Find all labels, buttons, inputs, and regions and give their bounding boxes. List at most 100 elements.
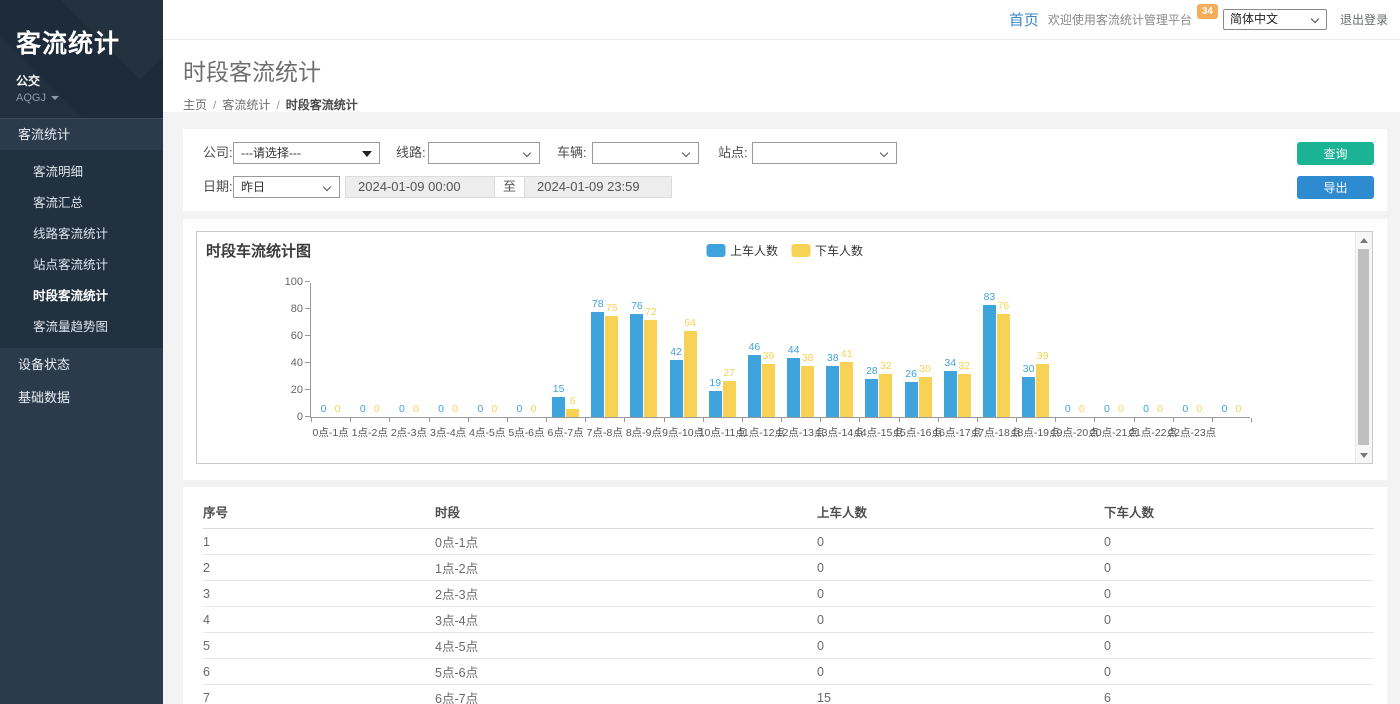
chart-bar: [879, 374, 892, 417]
table-cell: 6: [1104, 691, 1374, 704]
chart-bar: [762, 364, 775, 417]
bar-value-label: 76: [988, 300, 1018, 312]
sidebar-subitem[interactable]: 客流明细: [0, 155, 163, 186]
chart-bar: [801, 366, 814, 417]
chart-bar: [1022, 377, 1035, 418]
notification-badge[interactable]: 34: [1197, 4, 1218, 19]
scroll-down-icon[interactable]: [1356, 447, 1372, 463]
bar-value-label: 27: [714, 367, 744, 379]
org-name: 公交: [0, 60, 163, 89]
y-axis-tick-label: 100: [265, 276, 303, 288]
x-axis-tick-mark: [546, 418, 547, 422]
x-axis-tick-mark: [624, 418, 625, 422]
vehicle-select[interactable]: [592, 142, 699, 164]
x-axis-tick-mark: [977, 418, 978, 422]
breadcrumb-item[interactable]: 主页: [183, 96, 207, 113]
x-axis-tick-mark: [1173, 418, 1174, 422]
x-axis-tick-mark: [938, 418, 939, 422]
sidebar-logo-block: 客流统计 公交 AQGJ: [0, 0, 163, 118]
x-axis-tick-mark: [859, 418, 860, 422]
table-cell: 0: [1104, 587, 1374, 601]
chart-bar: [826, 366, 839, 417]
x-axis-tick-mark: [389, 418, 390, 422]
scroll-up-icon[interactable]: [1356, 232, 1372, 248]
table-column-header: 下车人数: [1104, 502, 1374, 521]
page-heading: 时段客流统计 主页 / 客流统计 / 时段客流统计: [163, 40, 1400, 112]
table-row[interactable]: 54点-5点00: [203, 633, 1374, 659]
table-row[interactable]: 76点-7点156: [203, 685, 1374, 704]
breadcrumb-separator: /: [276, 98, 279, 112]
legend-item[interactable]: 上车人数: [706, 242, 778, 259]
table-cell: 7: [203, 691, 435, 704]
table-row[interactable]: 43点-4点00: [203, 607, 1374, 633]
y-axis-tick-mark: [305, 335, 310, 336]
scrollbar-thumb[interactable]: [1358, 249, 1369, 445]
date-to-input[interactable]: 2024-01-09 23:59: [524, 176, 672, 198]
sidebar-subitem[interactable]: 时段客流统计: [0, 279, 163, 310]
sidebar-subitem[interactable]: 客流量趋势图: [0, 310, 163, 341]
content: 公司: ---请选择--- 线路: 车辆: 站点:: [163, 112, 1400, 704]
query-button[interactable]: 查询: [1297, 142, 1374, 165]
table-row[interactable]: 10点-1点00: [203, 529, 1374, 555]
legend-item[interactable]: 下车人数: [791, 242, 863, 259]
line-select[interactable]: [428, 142, 540, 164]
chevron-down-icon: [523, 149, 531, 157]
bar-value-label: 64: [675, 317, 705, 329]
language-select[interactable]: 简体中文: [1223, 9, 1327, 30]
home-link[interactable]: 首页: [1009, 9, 1039, 30]
export-button[interactable]: 导出: [1297, 176, 1374, 199]
table-cell: 1点-2点: [435, 558, 817, 577]
y-axis-tick-mark: [305, 281, 310, 282]
x-axis-tick-mark: [468, 418, 469, 422]
date-to-separator: 至: [495, 176, 524, 198]
chart-bar: [865, 379, 878, 417]
topbar: 首页 欢迎使用客流统计管理平台 34 简体中文 退出登录: [163, 0, 1400, 40]
sidebar-subitem[interactable]: 站点客流统计: [0, 248, 163, 279]
company-select[interactable]: ---请选择---: [233, 142, 380, 164]
line-label: 线路:: [396, 142, 426, 164]
x-axis-tick-mark: [742, 418, 743, 422]
chart-bar: [787, 358, 800, 417]
table-header-row: 序号时段上车人数下车人数: [203, 495, 1374, 529]
x-axis-tick-mark: [781, 418, 782, 422]
date-preset-select[interactable]: 昨日: [233, 176, 340, 198]
station-label: 站点:: [718, 142, 748, 164]
bar-value-label: 15: [544, 383, 574, 395]
chart-bar: [566, 409, 579, 417]
logout-link[interactable]: 退出登录: [1340, 11, 1388, 28]
breadcrumb-item: 时段客流统计: [286, 96, 358, 113]
app-logo-title: 客流统计: [0, 0, 163, 60]
table-cell: 1: [203, 535, 435, 549]
table-cell: 2: [203, 561, 435, 575]
legend-label: 下车人数: [815, 242, 863, 259]
breadcrumb-separator: /: [213, 98, 216, 112]
org-code-dropdown[interactable]: AQGJ: [0, 89, 163, 104]
chart-bar: [684, 331, 697, 417]
data-table-panel: 序号时段上车人数下车人数 10点-1点0021点-2点0032点-3点0043点…: [183, 487, 1387, 704]
breadcrumb-item[interactable]: 客流统计: [222, 96, 270, 113]
table-row[interactable]: 32点-3点00: [203, 581, 1374, 607]
x-axis-tick-mark: [1094, 418, 1095, 422]
sidebar-section-passenger-stats[interactable]: 客流统计: [0, 118, 163, 150]
station-select[interactable]: [752, 142, 897, 164]
table-row[interactable]: 65点-6点00: [203, 659, 1374, 685]
sidebar-section[interactable]: 基础数据: [0, 381, 163, 414]
chart-vertical-scrollbar[interactable]: [1355, 232, 1372, 463]
chart-bar: [997, 314, 1010, 417]
chart-panel: 时段车流统计图 上车人数下车人数 020406080100000点-1点001点…: [183, 219, 1387, 480]
breadcrumb: 主页 / 客流统计 / 时段客流统计: [183, 96, 1400, 113]
date-from-input[interactable]: 2024-01-09 00:00: [345, 176, 495, 198]
sidebar-section[interactable]: 设备状态: [0, 348, 163, 381]
legend-swatch-icon: [706, 244, 725, 257]
x-axis-tick-mark: [899, 418, 900, 422]
filter-panel: 公司: ---请选择--- 线路: 车辆: 站点:: [183, 129, 1387, 211]
y-axis-tick-label: 60: [265, 330, 303, 342]
table-row[interactable]: 21点-2点00: [203, 555, 1374, 581]
chart-bar: [591, 312, 604, 417]
x-axis-tick-mark: [1212, 418, 1213, 422]
sidebar-subitem[interactable]: 线路客流统计: [0, 217, 163, 248]
sidebar-subitem[interactable]: 客流汇总: [0, 186, 163, 217]
chart-bar: [905, 382, 918, 417]
chart-bar: [670, 360, 683, 417]
table-cell: 4点-5点: [435, 636, 817, 655]
